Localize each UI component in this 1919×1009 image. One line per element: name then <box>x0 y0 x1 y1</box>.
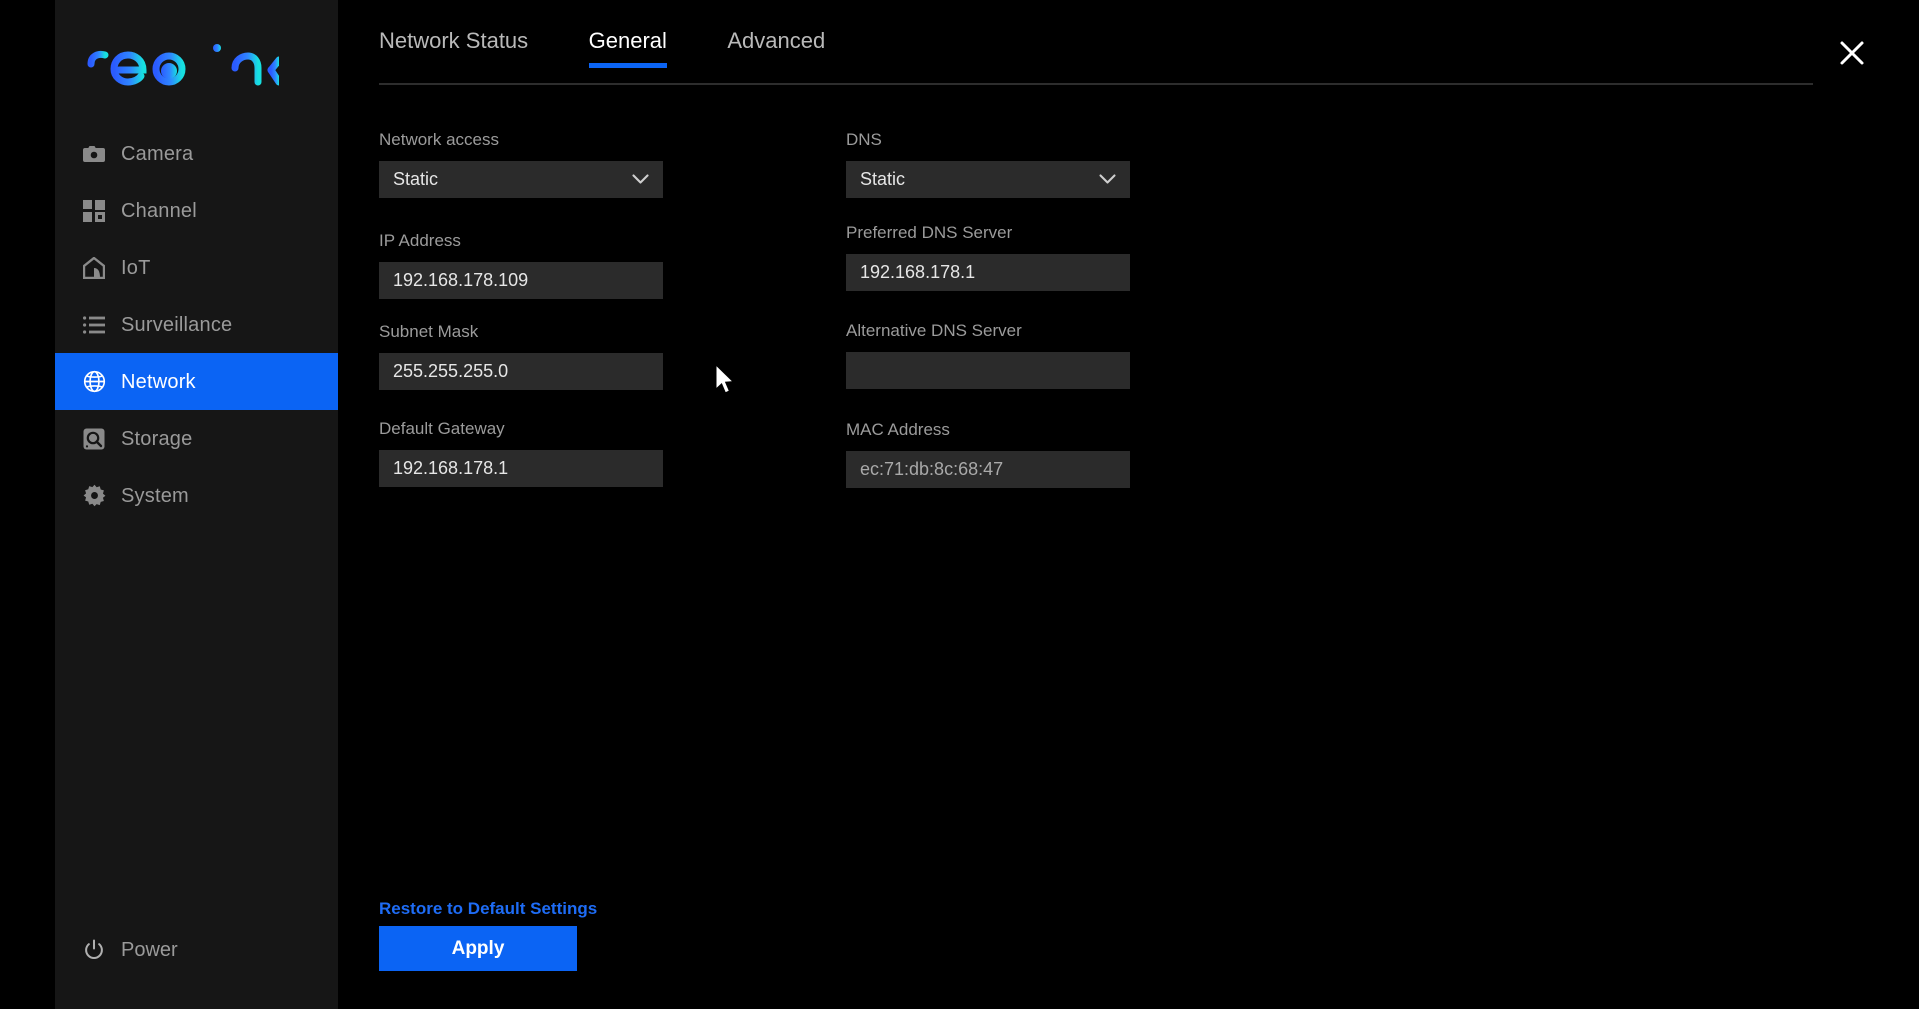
field-label: Preferred DNS Server <box>846 223 1013 242</box>
close-button[interactable] <box>1830 33 1874 77</box>
sidebar-item-camera[interactable]: Camera <box>55 125 338 182</box>
field-label: Network access <box>379 130 499 149</box>
field-label: Default Gateway <box>379 419 505 438</box>
sidebar-item-system[interactable]: System <box>55 467 338 524</box>
mac-address-value: ec:71:db:8c:68:47 <box>860 459 1004 479</box>
sidebar: Camera Channel IoT Surveillance Network … <box>55 0 338 1009</box>
tab-network-status[interactable]: Network Status <box>379 30 528 68</box>
sidebar-item-storage[interactable]: Storage <box>55 410 338 467</box>
tab-advanced[interactable]: Advanced <box>727 30 825 68</box>
network-access-value: Static <box>393 169 439 189</box>
sidebar-nav: Camera Channel IoT Surveillance Network … <box>55 125 338 524</box>
field-preferred-dns: Preferred DNS Server 192.168.178.1 <box>846 224 1130 291</box>
tab-general[interactable]: General <box>588 30 668 68</box>
field-ip-address: IP Address 192.168.178.109 <box>379 232 663 299</box>
home-icon <box>82 256 106 280</box>
power-icon <box>82 938 106 962</box>
mac-address-field: ec:71:db:8c:68:47 <box>846 451 1130 488</box>
field-label: DNS <box>846 130 882 149</box>
ip-address-input[interactable]: 192.168.178.109 <box>379 262 663 299</box>
reolink-logo <box>83 32 283 92</box>
chevron-down-icon <box>632 174 649 185</box>
field-mac-address: MAC Address ec:71:db:8c:68:47 <box>846 421 1130 488</box>
sidebar-item-label: Network <box>121 370 196 393</box>
sidebar-item-label: Surveillance <box>121 313 233 336</box>
sidebar-item-label: Camera <box>121 142 194 165</box>
subnet-mask-input[interactable]: 255.255.255.0 <box>379 353 663 390</box>
sidebar-item-label: Power <box>121 938 178 961</box>
sidebar-item-iot[interactable]: IoT <box>55 239 338 296</box>
subnet-mask-value: 255.255.255.0 <box>393 361 509 381</box>
hdd-search-icon <box>82 427 106 451</box>
apply-button[interactable]: Apply <box>379 926 577 971</box>
field-network-access: Network access Static <box>379 131 663 198</box>
content-panel: Network Status General Advanced Network … <box>338 0 1919 1009</box>
field-subnet-mask: Subnet Mask 255.255.255.0 <box>379 323 663 390</box>
grid-icon <box>82 199 106 223</box>
list-icon <box>82 313 106 337</box>
reolink-settings-window: Camera Channel IoT Surveillance Network … <box>0 0 1919 1009</box>
alternative-dns-input[interactable] <box>846 352 1130 389</box>
sidebar-item-surveillance[interactable]: Surveillance <box>55 296 338 353</box>
field-label: Subnet Mask <box>379 322 479 341</box>
preferred-dns-input[interactable]: 192.168.178.1 <box>846 254 1130 291</box>
field-label: IP Address <box>379 231 461 250</box>
tab-divider <box>379 83 1813 85</box>
sidebar-item-label: System <box>121 484 189 507</box>
sidebar-item-power[interactable]: Power <box>55 925 338 975</box>
sidebar-item-label: Channel <box>121 199 197 222</box>
network-access-select[interactable]: Static <box>379 161 663 198</box>
tab-bar: Network Status General Advanced <box>379 30 1813 84</box>
close-icon <box>1839 40 1865 71</box>
default-gateway-value: 192.168.178.1 <box>393 458 509 478</box>
dns-value: Static <box>860 169 906 189</box>
field-label: Alternative DNS Server <box>846 321 1022 340</box>
chevron-down-icon <box>1099 174 1116 185</box>
ip-address-value: 192.168.178.109 <box>393 270 529 290</box>
field-default-gateway: Default Gateway 192.168.178.1 <box>379 420 663 487</box>
sidebar-item-network[interactable]: Network <box>55 353 338 410</box>
sidebar-item-label: Storage <box>121 427 193 450</box>
dns-select[interactable]: Static <box>846 161 1130 198</box>
globe-icon <box>82 370 106 394</box>
gear-icon <box>82 484 106 508</box>
restore-defaults-link[interactable]: Restore to Default Settings <box>379 900 597 917</box>
field-dns: DNS Static <box>846 131 1130 198</box>
field-label: MAC Address <box>846 420 950 439</box>
default-gateway-input[interactable]: 192.168.178.1 <box>379 450 663 487</box>
field-alternative-dns: Alternative DNS Server <box>846 322 1130 389</box>
sidebar-item-channel[interactable]: Channel <box>55 182 338 239</box>
preferred-dns-value: 192.168.178.1 <box>860 262 976 282</box>
camera-icon <box>82 142 106 166</box>
sidebar-item-label: IoT <box>121 256 151 279</box>
